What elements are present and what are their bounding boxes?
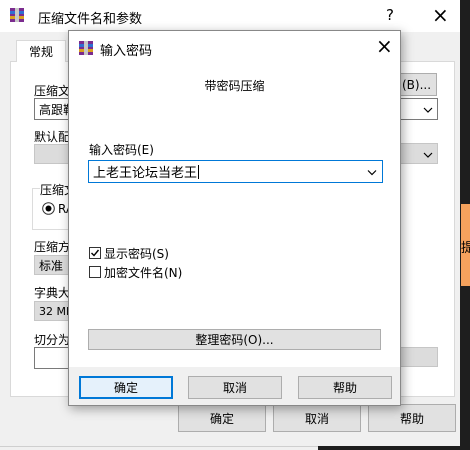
archive-ok-label: 确定 (209, 411, 234, 426)
password-value: 上老王论坛当老王 (93, 166, 198, 181)
profile-dropdown[interactable] (400, 143, 438, 164)
background-strip-bottom (318, 446, 470, 450)
archive-ok-button[interactable]: 确定 (178, 404, 266, 432)
profile-dropdown-left[interactable] (34, 144, 70, 164)
organize-passwords-button[interactable]: 整理密码(O)... (88, 329, 381, 350)
encrypt-filenames-label: 加密文件名(N) (104, 266, 183, 280)
dialog-app-icon (78, 40, 94, 56)
dictionary-dropdown[interactable]: 32 MB (34, 301, 70, 321)
method-dropdown[interactable]: 标准 (34, 255, 70, 275)
password-help-button[interactable]: 帮助 (298, 376, 392, 399)
archive-name-dropdown[interactable] (400, 98, 438, 120)
dictionary-label: 字典大 (34, 286, 70, 300)
show-password-checkbox[interactable] (89, 247, 101, 259)
password-dialog-close-button[interactable]: × (376, 34, 393, 58)
winrar-app-icon (9, 7, 25, 23)
password-dialog: 输入密码 × 带密码压缩 输入密码(E) 上老王论坛当老王 显示密码(S) 加密… (68, 30, 401, 406)
password-dialog-title: 输入密码 (100, 44, 153, 59)
archive-window-title: 压缩文件名和参数 (38, 12, 143, 27)
browse-button[interactable]: (B)... (395, 73, 437, 96)
chevron-down-icon (423, 102, 433, 116)
dictionary-value: 32 MB (39, 304, 69, 318)
side-text: 提 (461, 241, 470, 256)
background-strip-orange: 提 (461, 204, 470, 286)
archive-name-label: 压缩文 (34, 84, 70, 98)
split-field[interactable] (34, 347, 70, 369)
archive-help-button[interactable]: 帮助 (368, 404, 456, 432)
format-group-label: 压缩文 (40, 181, 70, 198)
right-field[interactable] (400, 347, 438, 367)
split-label: 切分为 (34, 333, 70, 347)
password-ok-button[interactable]: 确定 (79, 376, 173, 399)
archive-window-close-button[interactable]: × (432, 3, 449, 27)
password-cancel-label: 取消 (222, 381, 247, 395)
method-value: 标准 (39, 258, 64, 273)
archive-name-field[interactable]: 高跟鞋 (34, 98, 70, 120)
help-question-button[interactable]: ? (386, 6, 394, 24)
archive-name-value: 高跟鞋 (39, 102, 69, 117)
password-help-label: 帮助 (332, 381, 357, 395)
rar-radio-button[interactable] (42, 202, 55, 215)
show-password-label: 显示密码(S) (104, 247, 169, 261)
method-label: 压缩方 (34, 240, 70, 254)
tab-general-label: 常规 (28, 45, 53, 59)
tab-general[interactable]: 常规 (16, 40, 66, 62)
encrypt-filenames-checkbox[interactable] (89, 266, 101, 278)
enter-password-label: 输入密码(E) (89, 143, 154, 157)
chevron-down-icon (423, 147, 433, 161)
default-profile-label: 默认配 (34, 130, 70, 144)
password-dialog-heading: 带密码压缩 (204, 79, 265, 93)
archive-cancel-label: 取消 (304, 411, 329, 426)
text-caret (198, 164, 200, 179)
password-input[interactable]: 上老王论坛当老王 (88, 160, 383, 183)
organize-passwords-label: 整理密码(O)... (195, 333, 274, 347)
browse-button-label: (B)... (402, 77, 432, 92)
archive-cancel-button[interactable]: 取消 (273, 404, 361, 432)
chevron-down-icon[interactable] (367, 164, 377, 179)
password-cancel-button[interactable]: 取消 (188, 376, 282, 399)
archive-help-label: 帮助 (399, 411, 424, 426)
password-ok-label: 确定 (113, 381, 138, 395)
